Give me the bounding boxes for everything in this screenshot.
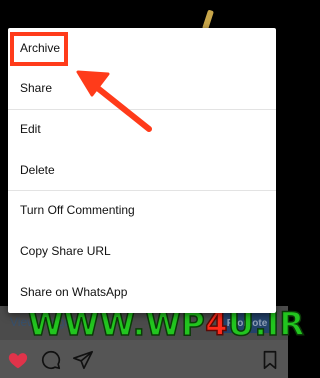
menu-item-delete[interactable]: Delete	[8, 150, 276, 190]
menu-item-label: Edit	[20, 122, 41, 136]
menu-item-share[interactable]: Share	[8, 68, 276, 108]
menu-item-copy-share-url[interactable]: Copy Share URL	[8, 231, 276, 271]
heart-icon[interactable]	[7, 349, 29, 371]
menu-item-label: Share on WhatsApp	[20, 285, 128, 299]
menu-item-share-on-whatsapp[interactable]: Share on WhatsApp	[8, 272, 276, 312]
share-icon[interactable]	[72, 349, 94, 371]
bookmark-icon[interactable]	[259, 349, 281, 371]
menu-item-label: Share	[20, 81, 53, 95]
post-options-menu: Archive Share Edit Delete Turn Off Comme…	[8, 28, 276, 313]
menu-item-turn-off-commenting[interactable]: Turn Off Commenting	[8, 190, 276, 230]
comment-icon[interactable]	[40, 349, 62, 371]
menu-item-label: Delete	[20, 163, 55, 177]
menu-item-label: Turn Off Commenting	[20, 203, 135, 217]
annotation-highlight-box	[10, 32, 68, 66]
menu-item-label: Copy Share URL	[20, 244, 111, 258]
menu-item-edit[interactable]: Edit	[8, 109, 276, 149]
